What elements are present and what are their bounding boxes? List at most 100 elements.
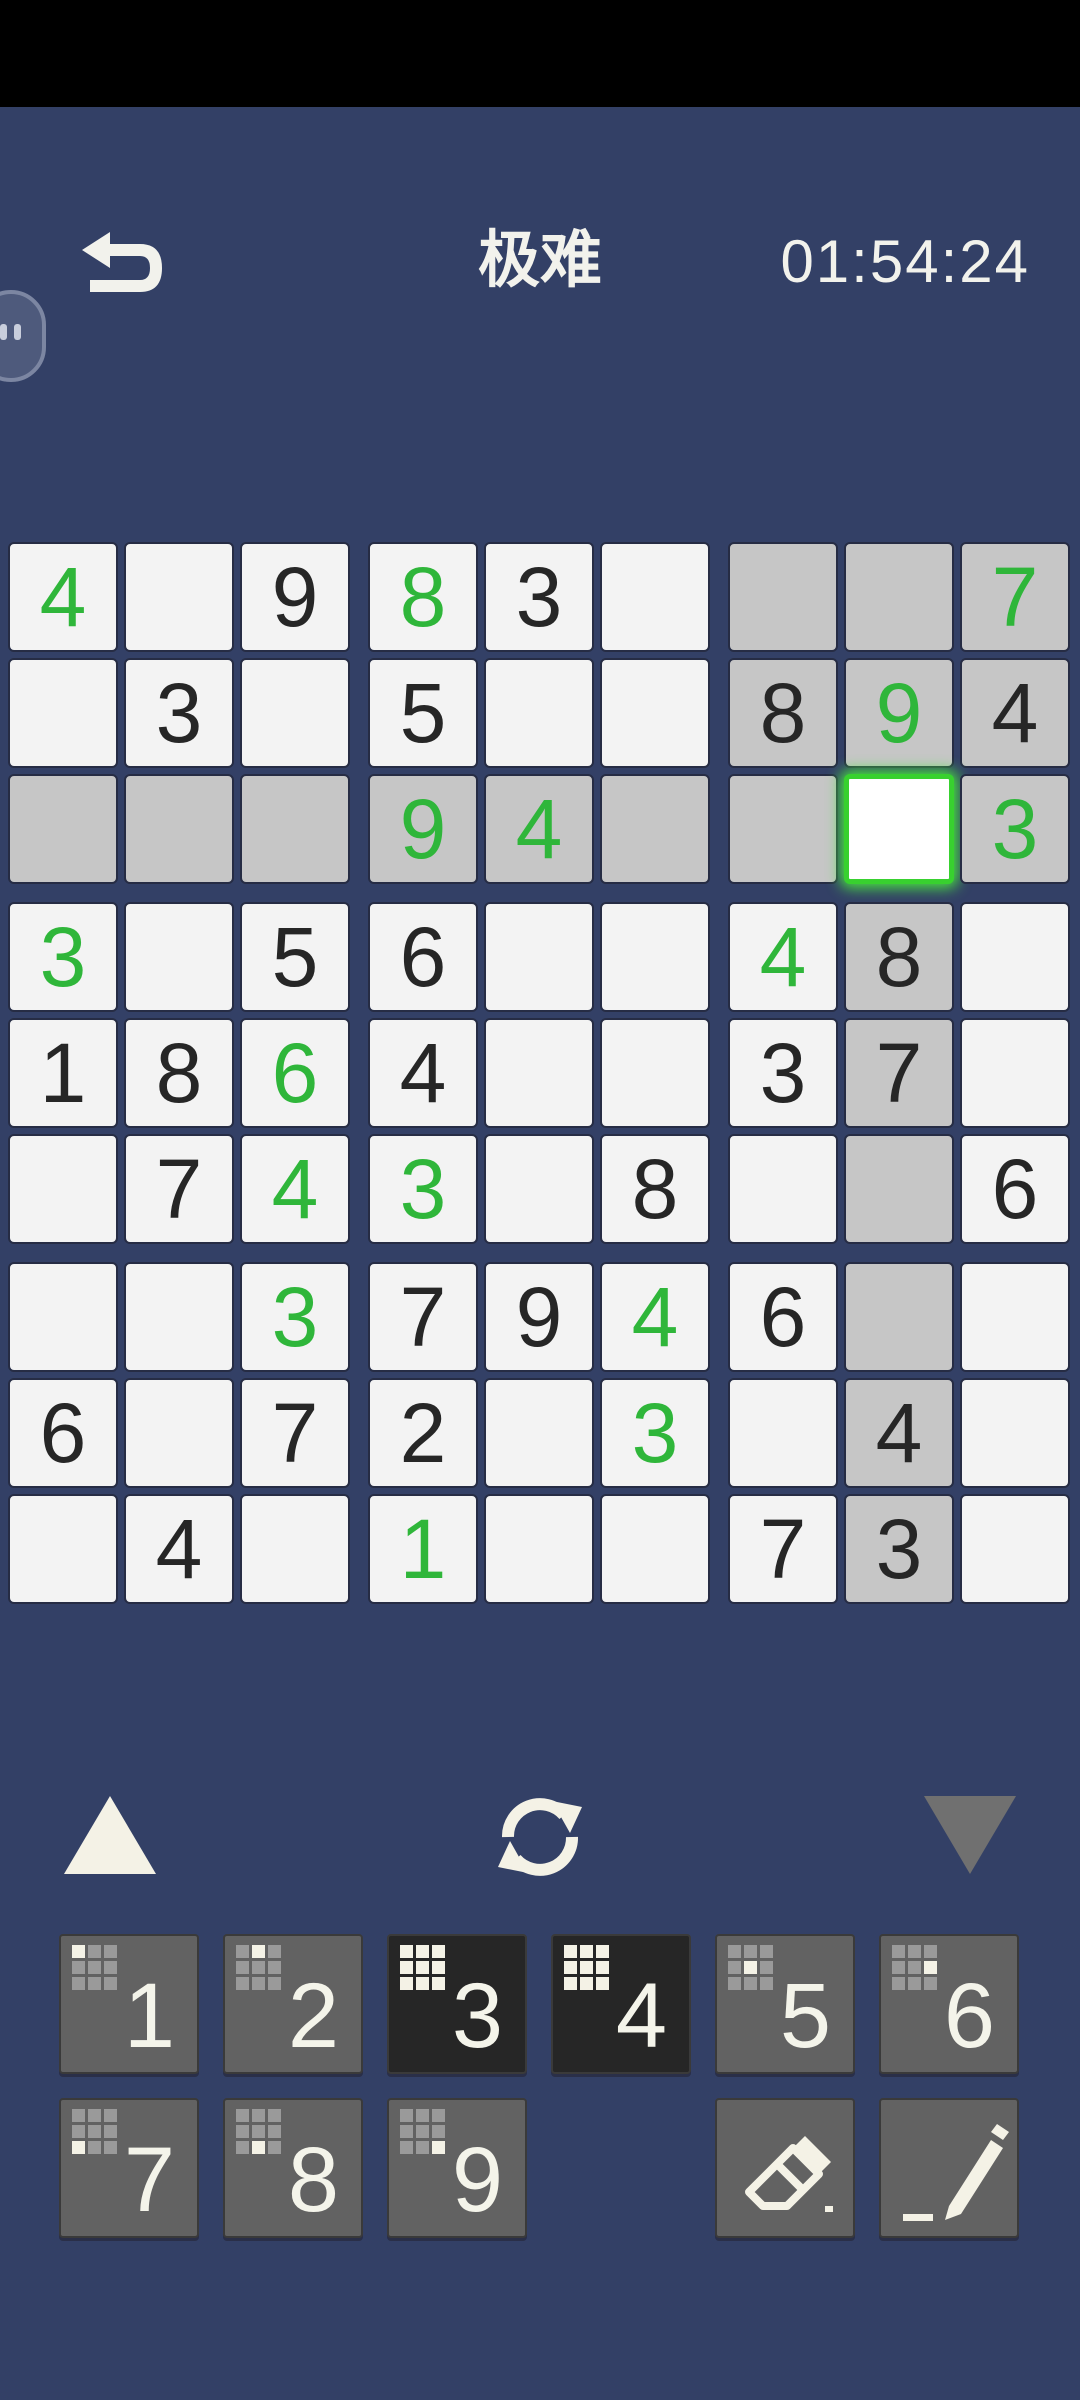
sudoku-cell[interactable]: [484, 1378, 594, 1488]
number-key-9[interactable]: 9: [387, 2098, 527, 2238]
sudoku-cell[interactable]: 9: [484, 1262, 594, 1372]
number-key-6[interactable]: 6: [879, 1934, 1019, 2074]
sudoku-cell[interactable]: [600, 542, 710, 652]
sudoku-cell[interactable]: [960, 1494, 1070, 1604]
number-key-1[interactable]: 1: [59, 1934, 199, 2074]
sudoku-cell[interactable]: [124, 902, 234, 1012]
sudoku-cell[interactable]: 3: [368, 1134, 478, 1244]
sudoku-cell[interactable]: 7: [844, 1018, 954, 1128]
sudoku-cell[interactable]: 3: [844, 1494, 954, 1604]
sudoku-cell[interactable]: 4: [8, 542, 118, 652]
sudoku-cell[interactable]: 9: [844, 658, 954, 768]
sudoku-cell[interactable]: 1: [8, 1018, 118, 1128]
selected-cell[interactable]: [844, 774, 954, 884]
sudoku-cell[interactable]: 8: [728, 658, 838, 768]
sudoku-cell[interactable]: [960, 1378, 1070, 1488]
sudoku-cell[interactable]: [844, 1262, 954, 1372]
sudoku-cell[interactable]: 6: [960, 1134, 1070, 1244]
sudoku-cell[interactable]: 6: [240, 1018, 350, 1128]
sudoku-cell[interactable]: 4: [124, 1494, 234, 1604]
number-key-3[interactable]: 3: [387, 1934, 527, 2074]
refresh-button[interactable]: [488, 1785, 592, 1889]
sudoku-cell[interactable]: [728, 1378, 838, 1488]
sudoku-cell[interactable]: 3: [960, 774, 1070, 884]
sudoku-cell[interactable]: 7: [960, 542, 1070, 652]
sudoku-cell[interactable]: [600, 658, 710, 768]
sudoku-cell[interactable]: [8, 658, 118, 768]
sudoku-cell[interactable]: [728, 542, 838, 652]
sudoku-cell[interactable]: 3: [600, 1378, 710, 1488]
sudoku-cell[interactable]: 3: [8, 902, 118, 1012]
sudoku-cell[interactable]: 3: [240, 1262, 350, 1372]
sudoku-cell[interactable]: [728, 1134, 838, 1244]
sudoku-cell[interactable]: 8: [124, 1018, 234, 1128]
sudoku-cell[interactable]: 7: [728, 1494, 838, 1604]
sudoku-cell[interactable]: [240, 1494, 350, 1604]
back-button[interactable]: [70, 228, 170, 308]
sudoku-cell[interactable]: 6: [368, 902, 478, 1012]
sudoku-cell[interactable]: [8, 1262, 118, 1372]
sudoku-cell[interactable]: 5: [368, 658, 478, 768]
sudoku-cell[interactable]: 4: [368, 1018, 478, 1128]
sudoku-cell[interactable]: [484, 658, 594, 768]
sudoku-cell[interactable]: [960, 1262, 1070, 1372]
sudoku-cell[interactable]: 8: [844, 902, 954, 1012]
sudoku-cell[interactable]: 4: [728, 902, 838, 1012]
sudoku-cell[interactable]: 3: [124, 658, 234, 768]
number-key-4[interactable]: 4: [551, 1934, 691, 2074]
sudoku-cell[interactable]: 8: [600, 1134, 710, 1244]
sudoku-cell[interactable]: 4: [844, 1378, 954, 1488]
sudoku-cell[interactable]: 5: [240, 902, 350, 1012]
sudoku-cell[interactable]: [960, 902, 1070, 1012]
sudoku-cell[interactable]: 3: [484, 542, 594, 652]
sudoku-cell[interactable]: [484, 1134, 594, 1244]
sudoku-cell[interactable]: [240, 658, 350, 768]
sudoku-cell[interactable]: 4: [960, 658, 1070, 768]
number-key-8[interactable]: 8: [223, 2098, 363, 2238]
sudoku-cell[interactable]: [484, 1494, 594, 1604]
number-key-5[interactable]: 5: [715, 1934, 855, 2074]
sudoku-cell[interactable]: [844, 1134, 954, 1244]
sudoku-cell[interactable]: [600, 774, 710, 884]
sudoku-cell[interactable]: [124, 542, 234, 652]
sudoku-cell[interactable]: 7: [240, 1378, 350, 1488]
sudoku-cell[interactable]: [8, 774, 118, 884]
sudoku-cell[interactable]: [600, 1018, 710, 1128]
sudoku-cell[interactable]: 6: [728, 1262, 838, 1372]
sudoku-cell[interactable]: 6: [8, 1378, 118, 1488]
sudoku-cell[interactable]: [124, 774, 234, 884]
sudoku-cell[interactable]: 4: [240, 1134, 350, 1244]
number-key-2[interactable]: 2: [223, 1934, 363, 2074]
number-key-7[interactable]: 7: [59, 2098, 199, 2238]
sudoku-cell[interactable]: [484, 902, 594, 1012]
sudoku-cell[interactable]: 8: [368, 542, 478, 652]
eraser-icon: [745, 2136, 833, 2212]
sudoku-cell[interactable]: [124, 1378, 234, 1488]
number-key-label: 3: [451, 1965, 503, 2067]
sudoku-cell[interactable]: [240, 774, 350, 884]
sudoku-cell[interactable]: [484, 1018, 594, 1128]
eraser-button[interactable]: [715, 2098, 855, 2238]
sudoku-cell[interactable]: [600, 902, 710, 1012]
floating-handle[interactable]: [0, 290, 46, 382]
sudoku-cell[interactable]: 7: [124, 1134, 234, 1244]
sudoku-cell[interactable]: [960, 1018, 1070, 1128]
sudoku-cell[interactable]: [8, 1494, 118, 1604]
sudoku-cell[interactable]: [8, 1134, 118, 1244]
number-key-label: 7: [123, 2129, 175, 2231]
pencil-button[interactable]: [879, 2098, 1019, 2238]
sudoku-cell[interactable]: 4: [600, 1262, 710, 1372]
sudoku-cell[interactable]: 7: [368, 1262, 478, 1372]
sudoku-cell[interactable]: [600, 1494, 710, 1604]
sudoku-cell[interactable]: 4: [484, 774, 594, 884]
sudoku-cell[interactable]: [728, 774, 838, 884]
sudoku-cell[interactable]: 3: [728, 1018, 838, 1128]
sudoku-cell[interactable]: 2: [368, 1378, 478, 1488]
sudoku-cell[interactable]: 1: [368, 1494, 478, 1604]
sudoku-cell[interactable]: 9: [368, 774, 478, 884]
move-up-button[interactable]: [60, 1790, 160, 1880]
sudoku-cell[interactable]: [124, 1262, 234, 1372]
sudoku-cell[interactable]: 9: [240, 542, 350, 652]
sudoku-cell[interactable]: [844, 542, 954, 652]
move-down-button[interactable]: [920, 1790, 1020, 1880]
